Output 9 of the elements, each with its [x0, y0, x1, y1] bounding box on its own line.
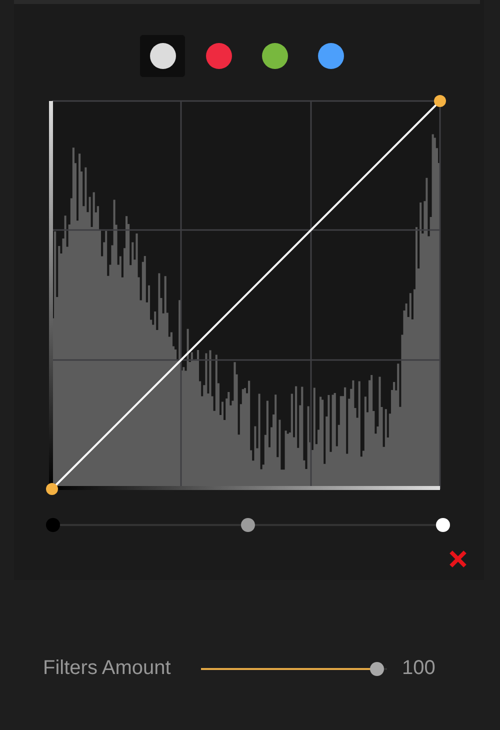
channel-button[interactable]: [140, 35, 185, 77]
close-icon[interactable]: [449, 550, 467, 568]
level-handle[interactable]: [241, 518, 255, 532]
filters-amount-value: 100: [402, 657, 436, 680]
slider-thumb[interactable]: [370, 662, 384, 676]
level-handle[interactable]: [436, 518, 450, 532]
tone-curve-drawing[interactable]: [46, 95, 446, 495]
filters-amount-label: Filters Amount: [43, 657, 172, 680]
level-handle[interactable]: [46, 518, 60, 532]
